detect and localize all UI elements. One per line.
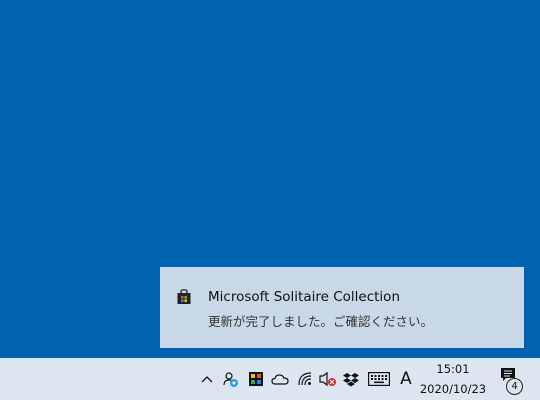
onedrive-cloud-icon[interactable] (269, 358, 291, 400)
clock-time: 15:01 (436, 362, 470, 376)
wifi-icon[interactable] (295, 358, 315, 400)
toast-notification[interactable]: Microsoft Solitaire Collection 更新が完了しました… (160, 267, 524, 348)
people-icon[interactable] (220, 358, 242, 400)
toast-title: Microsoft Solitaire Collection (208, 289, 400, 305)
dropbox-icon[interactable] (341, 358, 361, 400)
notification-count-badge: 4 (506, 378, 523, 395)
volume-muted-icon[interactable] (318, 358, 338, 400)
taskbar-clock[interactable]: 15:01 2020/10/23 (413, 360, 493, 398)
ime-mode-label: A (400, 369, 412, 389)
chevron-up-icon[interactable] (198, 358, 216, 400)
taskbar: A 15:01 2020/10/23 (0, 358, 540, 400)
clock-date: 2020/10/23 (419, 382, 487, 396)
toast-message: 更新が完了しました。ご確認ください。 (208, 314, 434, 329)
app-tile-icon[interactable] (246, 358, 266, 400)
touch-keyboard-icon[interactable] (366, 358, 392, 400)
store-bag-icon (177, 289, 191, 304)
